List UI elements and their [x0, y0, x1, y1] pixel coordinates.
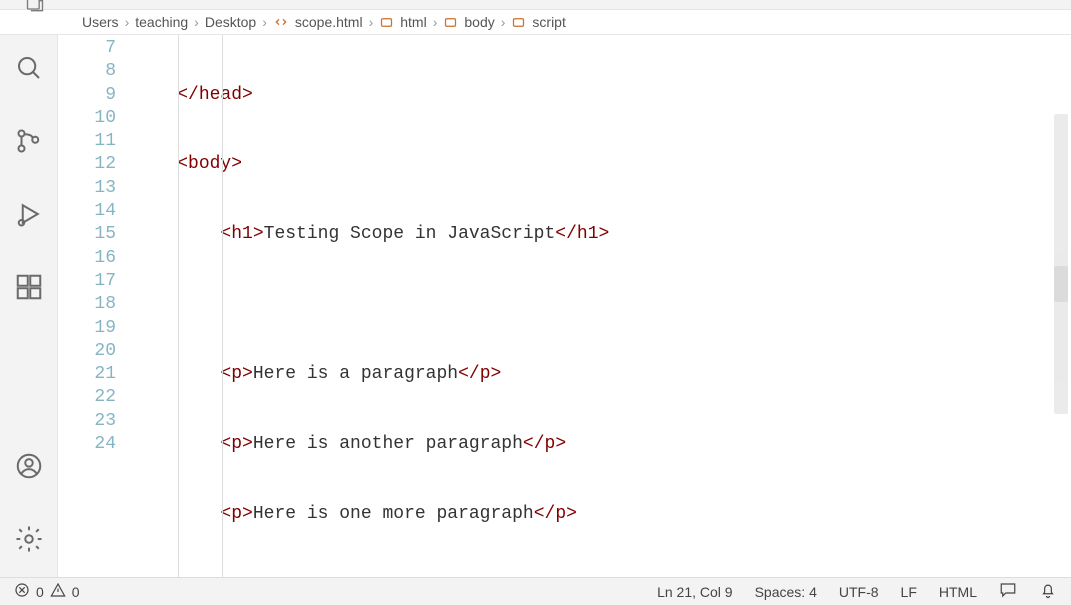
source-control-icon[interactable] [14, 126, 44, 161]
search-icon[interactable] [14, 53, 44, 88]
chevron-right-icon: › [433, 14, 438, 30]
scrollbar[interactable] [1054, 114, 1068, 414]
explorer-header-icon [25, 0, 45, 14]
account-icon[interactable] [14, 451, 44, 486]
breadcrumb-seg[interactable]: body [464, 14, 494, 30]
title-bar [0, 0, 1071, 10]
error-count[interactable]: 0 [36, 584, 44, 600]
extensions-icon[interactable] [14, 272, 44, 307]
chevron-right-icon: › [501, 14, 506, 30]
symbol-icon [443, 15, 458, 30]
warning-count[interactable]: 0 [72, 584, 80, 600]
breadcrumb-seg[interactable]: Desktop [205, 14, 256, 30]
chevron-right-icon: › [194, 14, 199, 30]
code-editor[interactable]: 789 101112 131415 161718 192021 222324 <… [58, 35, 1071, 577]
breadcrumb-seg[interactable]: scope.html [295, 14, 363, 30]
chevron-right-icon: › [369, 14, 374, 30]
code-content[interactable]: </head> <body> <h1>Testing Scope in Java… [134, 35, 1071, 577]
run-debug-icon[interactable] [14, 199, 44, 234]
warning-icon[interactable] [50, 582, 66, 601]
activity-bar [0, 35, 58, 577]
error-icon[interactable] [14, 582, 30, 601]
symbol-icon [511, 15, 526, 30]
code-file-icon [273, 14, 289, 30]
chevron-right-icon: › [262, 14, 267, 30]
chevron-right-icon: › [125, 14, 130, 30]
line-number-gutter: 789 101112 131415 161718 192021 222324 [58, 35, 134, 577]
breadcrumb-seg[interactable]: html [400, 14, 426, 30]
breadcrumb-seg[interactable]: script [532, 14, 565, 30]
breadcrumb-seg[interactable]: Users [82, 14, 119, 30]
settings-gear-icon[interactable] [14, 524, 44, 559]
breadcrumb[interactable]: Users › teaching › Desktop › scope.html … [0, 10, 1071, 35]
symbol-icon [379, 15, 394, 30]
breadcrumb-seg[interactable]: teaching [135, 14, 188, 30]
